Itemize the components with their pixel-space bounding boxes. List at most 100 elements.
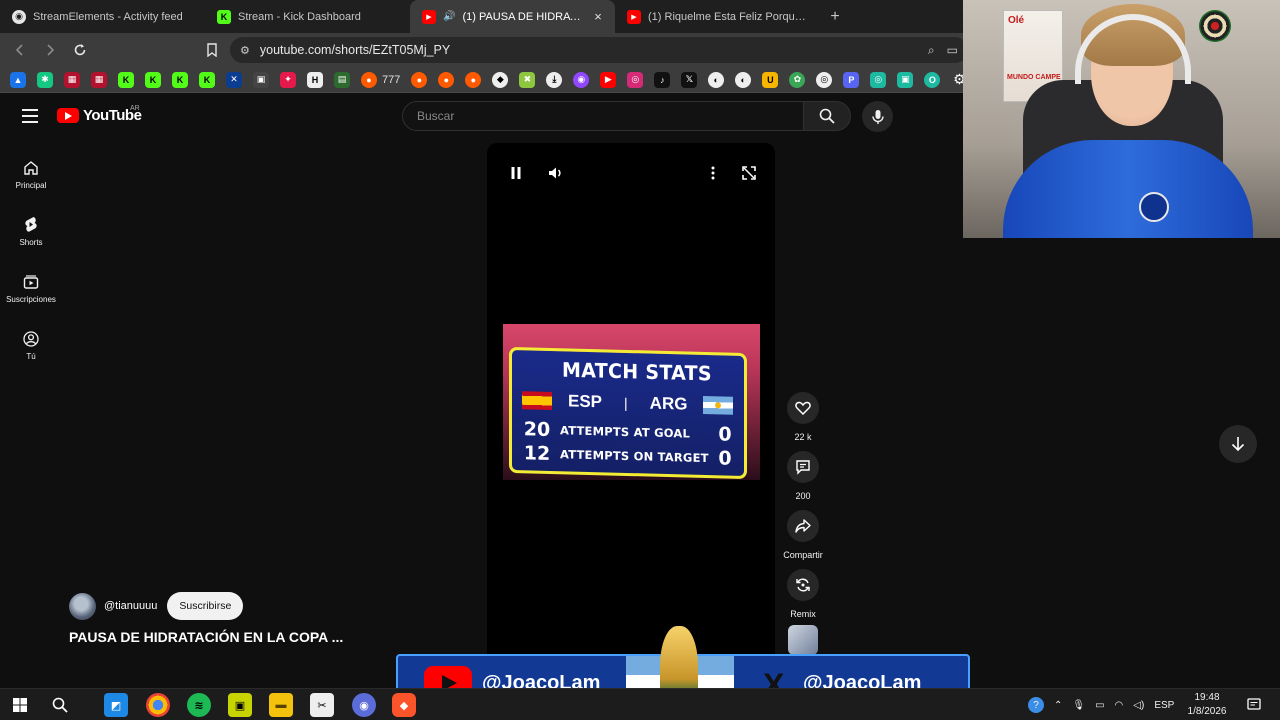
tiktok-icon[interactable]: ♪ <box>654 71 671 88</box>
bookmark-icon[interactable]: ▦ <box>91 71 107 88</box>
kick-icon[interactable]: K <box>172 71 188 88</box>
app-icon[interactable]: ▣ <box>228 693 252 717</box>
battery-icon[interactable]: ▭ <box>1095 700 1104 711</box>
channel-handle[interactable]: @tianuuuu <box>104 600 157 612</box>
menu-icon[interactable] <box>22 109 38 123</box>
bookmark-icon[interactable]: ● <box>438 71 455 88</box>
spotify-icon[interactable]: ≋ <box>187 693 211 717</box>
bookmark-icon[interactable]: ▣ <box>897 71 914 88</box>
site-settings-icon[interactable]: ⚙ <box>240 44 250 57</box>
bookmark-icon[interactable]: ◆ <box>492 71 509 88</box>
search-icon[interactable] <box>48 693 72 717</box>
remix-action[interactable]: Remix <box>781 569 825 619</box>
bookmark-icon[interactable]: ▣ <box>253 71 269 88</box>
bookmark-icon[interactable] <box>200 38 224 62</box>
channel-avatar[interactable] <box>69 592 96 620</box>
subscribe-button[interactable]: Suscribirse <box>167 592 244 620</box>
cast-icon[interactable]: ▭ <box>947 43 958 58</box>
tab-youtube-pausa[interactable]: ▶ 🔊 (1) PAUSA DE HIDRATACIÓN E × <box>410 0 615 33</box>
dartboard <box>1199 10 1231 42</box>
like-action[interactable]: 22 k <box>781 392 825 442</box>
search-input[interactable]: Buscar <box>402 101 804 131</box>
guide-item-shorts[interactable]: Shorts <box>0 203 62 260</box>
tab-kick-dashboard[interactable]: K Stream - Kick Dashboard <box>205 0 410 33</box>
share-action[interactable]: Compartir <box>781 510 825 560</box>
bookmark-icon[interactable]: ▦ <box>64 71 80 88</box>
comments-button[interactable] <box>787 451 819 483</box>
bookmark-icon[interactable]: ◉ <box>573 71 590 88</box>
notifications-icon[interactable] <box>1242 693 1266 717</box>
search-button[interactable] <box>803 101 851 131</box>
youtube-logo[interactable]: YouTube AR <box>57 105 142 124</box>
back-icon[interactable] <box>8 38 32 62</box>
help-icon[interactable]: ? <box>1028 697 1044 713</box>
bookmark-icon[interactable]: O <box>924 71 941 88</box>
fullscreen-button[interactable] <box>737 161 761 185</box>
guide-item-home[interactable]: Principal <box>0 146 62 203</box>
language-indicator[interactable]: ESP <box>1154 700 1174 711</box>
pause-button[interactable] <box>504 161 528 185</box>
bookmark-icon[interactable]: ● <box>465 71 482 88</box>
share-button[interactable] <box>787 510 819 542</box>
bookmark-icon[interactable]: H <box>307 71 323 88</box>
comment-action[interactable]: 200 <box>781 451 825 501</box>
bookmark-icon[interactable]: ▤ <box>334 71 350 88</box>
brave-icon[interactable]: ◆ <box>392 693 416 717</box>
drive-icon[interactable]: ▲ <box>10 71 26 88</box>
bookmark-icon[interactable]: ◎ <box>816 71 833 88</box>
bookmark-icon[interactable]: ✖ <box>519 71 536 88</box>
download-icon[interactable]: ⤓ <box>546 71 563 88</box>
guide-item-you[interactable]: Tú <box>0 317 62 374</box>
sound-action[interactable] <box>781 625 825 655</box>
microphone-icon[interactable]: 🎙 <box>1072 700 1085 711</box>
bookmark-icon[interactable]: ◎ <box>870 71 887 88</box>
bookmark-icon[interactable]: U <box>762 71 779 88</box>
stat-row: 12 ATTEMPTS ON TARGET 0 <box>522 442 740 470</box>
bookmark-icon[interactable]: ✱ <box>37 71 53 88</box>
short-title[interactable]: PAUSA DE HIDRATACIÓN EN LA COPA ... <box>69 629 343 645</box>
tab-streamelements[interactable]: ◉ StreamElements - Activity feed <box>0 0 205 33</box>
bookmark-icon[interactable]: ● <box>411 71 428 88</box>
bookmark-icon[interactable]: P <box>843 71 860 88</box>
like-button[interactable] <box>787 392 819 424</box>
more-options-button[interactable] <box>701 161 725 185</box>
taskbar-clock[interactable]: 19:48 1/8/2026 <box>1184 691 1230 719</box>
new-tab-button[interactable]: + <box>820 0 850 33</box>
outlook-icon[interactable]: ◩ <box>104 693 128 717</box>
wifi-icon[interactable]: ◠ <box>1115 700 1124 711</box>
forward-icon[interactable] <box>38 38 62 62</box>
bookmark-icon[interactable]: ✿ <box>789 71 806 88</box>
speaker-icon[interactable]: ◁) <box>1133 700 1144 711</box>
guide-item-subscriptions[interactable]: Suscripciones <box>0 260 62 317</box>
windows-taskbar: ◩ ≋ ▣ ▬ ✂ ◉ ◆ ? ⌃ 🎙 ▭ ◠ ◁) ESP 19:48 1/8… <box>0 688 1280 720</box>
zoom-icon[interactable]: ⌕ <box>928 43 935 58</box>
voice-search-button[interactable] <box>862 101 893 132</box>
bookmark-icon[interactable]: ✦ <box>280 71 296 88</box>
x-icon[interactable]: 𝕏 <box>681 71 698 88</box>
address-bar[interactable]: ⚙ youtube.com/shorts/EZtT05Mj_PY ⌕ ▭ <box>230 37 968 63</box>
reload-icon[interactable] <box>68 38 92 62</box>
bookmark-icon[interactable]: ◐ <box>735 71 752 88</box>
close-tab-icon[interactable]: × <box>591 9 605 24</box>
next-short-button[interactable] <box>1219 425 1257 463</box>
kick-icon[interactable]: K <box>145 71 161 88</box>
remix-button[interactable] <box>787 569 819 601</box>
bookmark-icon[interactable]: ● <box>361 71 377 88</box>
obs-icon[interactable]: ◉ <box>352 693 376 717</box>
chrome-icon[interactable] <box>146 693 170 717</box>
instagram-icon[interactable]: ◎ <box>627 71 644 88</box>
bookmark-icon[interactable]: ◐ <box>708 71 725 88</box>
capcut-icon[interactable]: ✂ <box>310 693 334 717</box>
kick-icon[interactable]: K <box>199 71 215 88</box>
chevron-up-icon[interactable]: ⌃ <box>1054 700 1062 711</box>
tab-youtube-riquelme[interactable]: ▶ (1) Riquelme Esta Feliz Porque River s <box>615 0 820 33</box>
kick-icon[interactable]: K <box>118 71 134 88</box>
bookmark-label[interactable]: 777 <box>382 74 400 86</box>
shorts-player[interactable]: MATCH STATS ESP | ARG 20 ATTEMPTS AT GOA… <box>487 143 775 658</box>
youtube-icon[interactable]: ▶ <box>600 71 617 88</box>
sound-thumbnail[interactable] <box>788 625 818 655</box>
bookmark-icon[interactable]: ✕ <box>226 71 242 88</box>
volume-button[interactable] <box>544 161 568 185</box>
file-explorer-icon[interactable]: ▬ <box>269 693 293 717</box>
windows-start-icon[interactable] <box>8 693 32 717</box>
